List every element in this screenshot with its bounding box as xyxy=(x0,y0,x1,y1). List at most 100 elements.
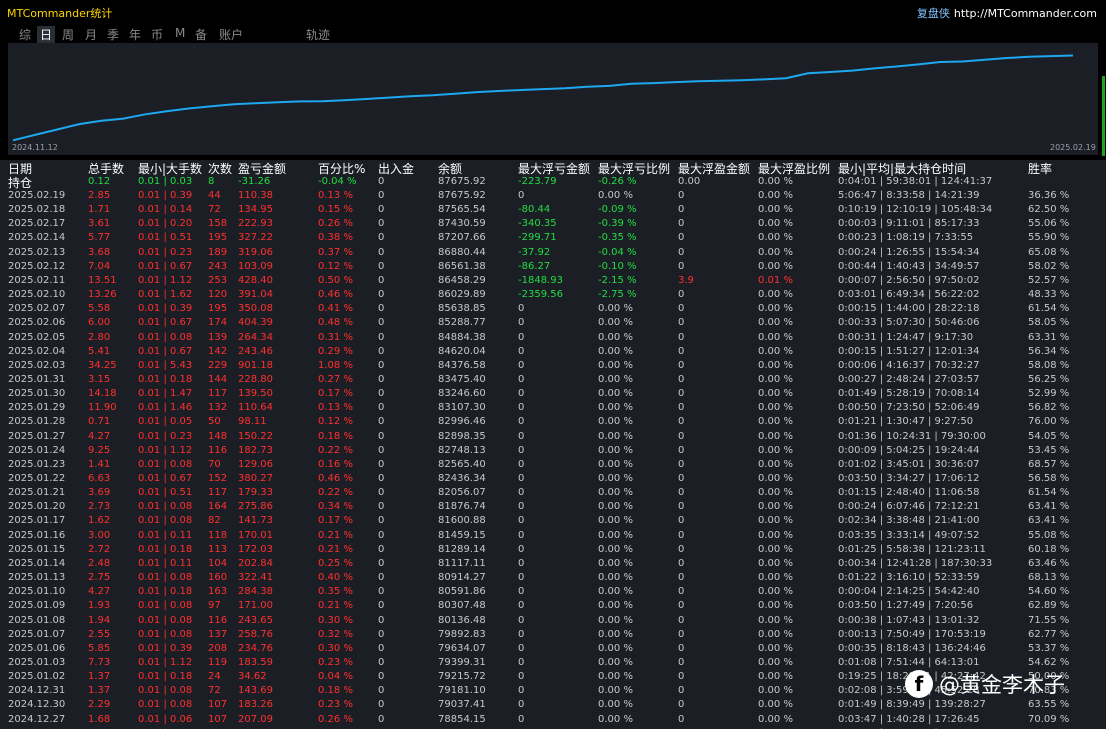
table-cell: 0.00 % xyxy=(598,473,633,484)
table-row[interactable]: 2025.02.11 13.51 0.01 | 1.12 253 428.40 0.50 … xyxy=(0,274,1106,288)
brand-name: 复盘侠 xyxy=(916,7,950,20)
table-cell: 0 xyxy=(678,671,685,683)
table-cell: 0.29 % xyxy=(318,345,353,357)
table-cell: 0.01 | 5.43 xyxy=(138,359,193,371)
table-row[interactable]: 2025.02.17 3.61 0.01 | 0.20 158 222.93 0.26 %… xyxy=(0,217,1106,231)
table-row[interactable]: 2025.02.06 6.00 0.01 | 0.67 174 404.39 0.48 %… xyxy=(0,316,1106,330)
table-cell: 2025.01.17 xyxy=(8,515,66,527)
table-row[interactable]: 2025.01.09 1.93 0.01 | 0.08 97 171.00 0.21 % 0… xyxy=(0,599,1106,613)
table-cell: 120 xyxy=(208,289,228,301)
table-row[interactable]: 2025.02.18 1.71 0.01 | 0.14 72 134.95 0.15 % 0… xyxy=(0,203,1106,217)
table-row[interactable]: 2025.01.31 3.15 0.01 | 0.18 144 228.80 0.27 %… xyxy=(0,373,1106,387)
table-cell: 164 xyxy=(208,501,228,513)
table-cell: 0 xyxy=(678,685,685,697)
table-cell: 70 xyxy=(208,458,221,470)
tab-3[interactable]: 月 xyxy=(85,26,97,43)
table-cell: 54.60 % xyxy=(1028,586,1070,598)
table-cell: 0.01 | 0.18 xyxy=(138,543,193,555)
table-cell: 1.94 xyxy=(88,614,111,626)
table-cell: 0.01 | 0.18 xyxy=(138,586,193,598)
tab-2[interactable]: 周 xyxy=(62,26,74,43)
table-cell: 0 xyxy=(518,529,525,541)
table-cell: 174 xyxy=(208,317,228,329)
table-cell: 0.00 % xyxy=(598,600,633,612)
table-cell: 0.00 % xyxy=(598,388,633,400)
table-cell: 0 xyxy=(378,543,385,555)
table-cell: 0 xyxy=(378,515,385,527)
table-cell: 0 xyxy=(518,515,525,527)
table-row[interactable]: 2025.01.16 3.00 0.01 | 0.11 118 170.01 0.21 %… xyxy=(0,529,1106,543)
table-row[interactable]: 2025.01.08 1.94 0.01 | 0.08 116 243.65 0.30 %… xyxy=(0,614,1106,628)
table-cell: 0.12 % xyxy=(318,260,353,272)
table-cell: 0 xyxy=(518,345,525,357)
table-row[interactable]: 2025.01.13 2.75 0.01 | 0.08 160 322.41 0.40 %… xyxy=(0,571,1106,585)
table-row[interactable]: 2025.01.22 6.63 0.01 | 0.67 152 380.27 0.46 %… xyxy=(0,472,1106,486)
table-row[interactable]: 2025.01.07 2.55 0.01 | 0.08 137 258.76 0.32 %… xyxy=(0,628,1106,642)
table-row[interactable]: 2025.01.28 0.71 0.01 | 0.05 50 98.11 0.12 % 0 8… xyxy=(0,415,1106,429)
table-row[interactable]: 2025.01.10 4.27 0.01 | 0.18 163 284.38 0.35 %… xyxy=(0,585,1106,599)
table-row[interactable]: 2025.02.05 2.80 0.01 | 0.08 139 264.34 0.31 %… xyxy=(0,331,1106,345)
table-cell: 63.41 % xyxy=(1028,515,1070,527)
table-row[interactable]: 2025.01.29 11.90 0.01 | 1.46 132 110.64 0.13 … xyxy=(0,401,1106,415)
table-cell: 2025.01.09 xyxy=(8,600,66,612)
table-cell: 195 xyxy=(208,232,228,244)
table-cell: 82 xyxy=(208,515,221,527)
tab-5[interactable]: 年 xyxy=(129,26,141,43)
tab-0[interactable]: 综 xyxy=(19,26,31,43)
tab-1[interactable]: 日 xyxy=(37,26,56,43)
table-cell: 56.25 % xyxy=(1028,373,1070,385)
table-row[interactable]: 2025.01.27 4.27 0.01 | 0.23 148 150.22 0.18 %… xyxy=(0,430,1106,444)
table-row[interactable]: 2025.01.17 1.62 0.01 | 0.08 82 141.73 0.17 % 0… xyxy=(0,514,1106,528)
table-row[interactable]: 2025.02.14 5.77 0.01 | 0.51 195 327.22 0.38 %… xyxy=(0,231,1106,245)
table-cell: 83475.40 xyxy=(438,373,486,385)
table-row[interactable]: 2025.01.24 9.25 0.01 | 1.12 116 182.73 0.22 %… xyxy=(0,444,1106,458)
table-cell: 7.04 xyxy=(88,260,111,272)
table-cell: 253 xyxy=(208,274,228,286)
table-row[interactable]: 2025.01.14 2.48 0.01 | 0.11 104 202.84 0.25 %… xyxy=(0,557,1106,571)
table-cell: 0 xyxy=(678,515,685,527)
table-row[interactable]: 2025.01.23 1.41 0.01 | 0.08 70 129.06 0.16 % 0… xyxy=(0,458,1106,472)
summary-cell: 0.00 % xyxy=(758,176,793,187)
table-cell: 61.54 % xyxy=(1028,303,1070,315)
table-cell: 0.01 | 0.08 xyxy=(138,614,193,626)
table-cell: 0:00:24 | 1:26:55 | 15:54:34 xyxy=(838,246,980,258)
table-row[interactable]: 2025.01.21 3.69 0.01 | 0.51 117 179.33 0.22 %… xyxy=(0,486,1106,500)
table-cell: 63.46 % xyxy=(1028,557,1070,569)
table-cell: 0 xyxy=(378,557,385,569)
table-cell: 54.05 % xyxy=(1028,430,1070,442)
table-cell: 0:01:25 | 5:58:38 | 121:23:11 xyxy=(838,543,986,555)
table-row[interactable]: 2025.02.19 2.85 0.01 | 0.39 44 110.38 0.13 % 0… xyxy=(0,189,1106,203)
table-cell: -299.71 xyxy=(518,232,557,244)
table-row[interactable]: 2025.01.20 2.73 0.01 | 0.08 164 275.86 0.34 %… xyxy=(0,500,1106,514)
table-row[interactable]: 2024.12.30 2.29 0.01 | 0.08 107 183.26 0.23 %… xyxy=(0,698,1106,712)
tab-9[interactable]: 账户 xyxy=(219,26,243,43)
tab-4[interactable]: 季 xyxy=(107,26,119,43)
table-row[interactable]: 2025.02.03 34.25 0.01 | 5.43 229 901.18 1.08 … xyxy=(0,359,1106,373)
table-row[interactable]: 2025.02.12 7.04 0.01 | 0.67 243 103.09 0.12 %… xyxy=(0,260,1106,274)
table-row[interactable]: 2025.01.03 7.73 0.01 | 1.12 119 183.59 0.23 %… xyxy=(0,656,1106,670)
tab-7[interactable]: M xyxy=(175,26,185,40)
table-row[interactable]: 2025.02.04 5.41 0.01 | 0.67 142 243.46 0.29 %… xyxy=(0,345,1106,359)
brand-link[interactable]: 复盘侠 http://MTCommander.com xyxy=(917,5,1097,21)
tab-6[interactable]: 币 xyxy=(151,26,163,43)
table-cell: 0 xyxy=(678,487,685,499)
tab-8[interactable]: 备 xyxy=(195,26,207,43)
table-row[interactable]: 2025.01.06 5.85 0.01 | 0.39 208 234.76 0.30 %… xyxy=(0,642,1106,656)
table-row[interactable]: 2025.02.07 5.58 0.01 | 0.39 195 350.08 0.41 %… xyxy=(0,302,1106,316)
table-cell: 3.69 xyxy=(88,487,111,499)
table-row[interactable]: 2025.02.10 13.26 0.01 | 1.62 120 391.04 0.46 … xyxy=(0,288,1106,302)
table-cell: 350.08 xyxy=(238,303,273,315)
table-row[interactable]: 2025.01.15 2.72 0.01 | 0.18 113 172.03 0.21 %… xyxy=(0,543,1106,557)
table-cell: 0 xyxy=(678,529,685,541)
tab-10[interactable]: 轨迹 xyxy=(306,26,330,43)
table-cell: 0:00:24 | 6:07:46 | 72:12:21 xyxy=(838,501,980,513)
table-row[interactable]: 2024.12.27 1.68 0.01 | 0.06 107 207.09 0.26 %… xyxy=(0,713,1106,727)
table-cell: 13.26 xyxy=(88,289,117,301)
table-cell: 189 xyxy=(208,246,228,258)
table-row[interactable]: 2025.01.30 14.18 0.01 | 1.47 117 139.50 0.17 … xyxy=(0,387,1106,401)
table-cell: 0 xyxy=(378,487,385,499)
table-cell: 195 xyxy=(208,303,228,315)
table-row[interactable]: 2025.02.13 3.68 0.01 | 0.23 189 319.06 0.37 %… xyxy=(0,246,1106,260)
table-cell: 0 xyxy=(678,586,685,598)
table-cell: 2025.02.17 xyxy=(8,218,66,230)
